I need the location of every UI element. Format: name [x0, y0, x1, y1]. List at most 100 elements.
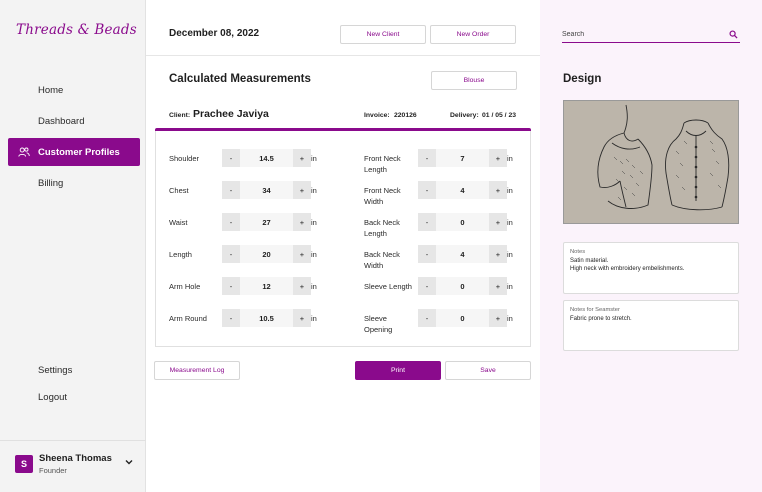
measurement-value[interactable]: 0: [436, 277, 489, 295]
print-button[interactable]: Print: [355, 361, 441, 380]
increment-button[interactable]: +: [489, 277, 507, 295]
client-label: Client:: [169, 112, 191, 119]
measurement-label: Arm Round: [169, 314, 207, 323]
measurement-value[interactable]: 12: [240, 277, 293, 295]
design-title: Design: [563, 73, 602, 85]
decrement-button[interactable]: -: [222, 213, 240, 231]
decrement-button[interactable]: -: [222, 181, 240, 199]
increment-button[interactable]: +: [293, 149, 311, 167]
increment-button[interactable]: +: [293, 309, 311, 327]
unit-label: in: [507, 218, 513, 227]
measurement-value[interactable]: 14.5: [240, 149, 293, 167]
decrement-button[interactable]: -: [418, 213, 436, 231]
measurement-stepper[interactable]: -12 +: [222, 277, 311, 295]
decrement-button[interactable]: -: [418, 149, 436, 167]
measurement-stepper[interactable]: -0 +: [418, 309, 507, 327]
decrement-button[interactable]: -: [418, 181, 436, 199]
decrement-button[interactable]: -: [418, 277, 436, 295]
sidebar-item-label: Customer Profiles: [38, 146, 120, 158]
measurement-log-button[interactable]: Measurement Log: [154, 361, 240, 380]
decrement-button[interactable]: -: [222, 149, 240, 167]
unit-label: in: [507, 314, 513, 323]
measurement-value[interactable]: 34: [240, 181, 293, 199]
sidebar-item-customer-profiles[interactable]: Customer Profiles: [8, 138, 140, 166]
measurement-stepper[interactable]: -27 +: [222, 213, 311, 231]
increment-button[interactable]: +: [489, 181, 507, 199]
seamster-notes-label: Notes for Seamster: [570, 307, 620, 313]
measurement-value[interactable]: 20: [240, 245, 293, 263]
design-panel: Design: [540, 0, 762, 492]
unit-label: in: [311, 186, 317, 195]
sidebar-item-logout[interactable]: Logout: [8, 383, 140, 411]
sidebar-item-label: Settings: [38, 364, 73, 376]
sidebar-item-home[interactable]: Home: [8, 76, 140, 104]
measurement-stepper[interactable]: -0 +: [418, 277, 507, 295]
measurement-label: Chest: [169, 186, 189, 195]
garment-type-button[interactable]: Blouse: [431, 71, 517, 90]
increment-button[interactable]: +: [489, 149, 507, 167]
user-profile[interactable]: S Sheena Thomas Founder: [0, 440, 146, 492]
search-icon[interactable]: [729, 30, 738, 39]
search-input[interactable]: [562, 27, 722, 42]
unit-label: in: [311, 314, 317, 323]
measurement-value[interactable]: 0: [436, 309, 489, 327]
new-order-button[interactable]: New Order: [430, 25, 516, 44]
decrement-button[interactable]: -: [418, 309, 436, 327]
save-button[interactable]: Save: [445, 361, 531, 380]
page-title: Calculated Measurements: [169, 73, 311, 85]
decrement-button[interactable]: -: [222, 277, 240, 295]
new-client-button[interactable]: New Client: [340, 25, 426, 44]
sidebar-item-label: Billing: [38, 177, 64, 189]
measurement-value[interactable]: 0: [436, 213, 489, 231]
sidebar: Threads & Beads Home Dashboard Customer …: [0, 0, 146, 492]
sidebar-item-label: Logout: [38, 391, 68, 403]
measurement-stepper[interactable]: -4 +: [418, 181, 507, 199]
notes-label: Notes: [570, 249, 586, 255]
increment-button[interactable]: +: [489, 213, 507, 231]
seamster-notes-text: Fabric prone to stretch.: [570, 316, 632, 322]
increment-button[interactable]: +: [293, 277, 311, 295]
design-sketch-image[interactable]: [563, 100, 739, 224]
measurement-stepper[interactable]: -7 +: [418, 149, 507, 167]
sidebar-item-billing[interactable]: Billing: [8, 169, 140, 197]
sidebar-item-settings[interactable]: Settings: [8, 356, 140, 384]
search-box[interactable]: [562, 27, 740, 43]
sidebar-item-label: Home: [38, 84, 64, 96]
increment-button[interactable]: +: [293, 245, 311, 263]
measurement-value[interactable]: 10.5: [240, 309, 293, 327]
increment-button[interactable]: +: [489, 309, 507, 327]
measurement-label: Sleeve Opening: [364, 314, 393, 334]
notes-box[interactable]: Notes Satin material. High neck with emb…: [563, 242, 739, 294]
increment-button[interactable]: +: [489, 245, 507, 263]
user-name: Sheena Thomas: [39, 453, 112, 464]
measurement-stepper[interactable]: -0 +: [418, 213, 507, 231]
brand-logo[interactable]: Threads & Beads: [16, 22, 137, 38]
measurement-stepper[interactable]: -20 +: [222, 245, 311, 263]
measurement-value[interactable]: 27: [240, 213, 293, 231]
decrement-button[interactable]: -: [222, 309, 240, 327]
measurement-value[interactable]: 4: [436, 245, 489, 263]
user-role: Founder: [39, 466, 67, 475]
measurement-stepper[interactable]: -34 +: [222, 181, 311, 199]
measurement-stepper[interactable]: -10.5 +: [222, 309, 311, 327]
avatar: S: [15, 455, 33, 473]
decrement-button[interactable]: -: [418, 245, 436, 263]
unit-label: in: [507, 186, 513, 195]
measurement-stepper[interactable]: -4 +: [418, 245, 507, 263]
unit-label: in: [507, 154, 513, 163]
seamster-notes-box[interactable]: Notes for Seamster Fabric prone to stret…: [563, 300, 739, 351]
measurement-stepper[interactable]: -14.5 +: [222, 149, 311, 167]
decrement-button[interactable]: -: [222, 245, 240, 263]
measurement-value[interactable]: 7: [436, 149, 489, 167]
measurement-value[interactable]: 4: [436, 181, 489, 199]
measurement-label: Length: [169, 250, 192, 259]
increment-button[interactable]: +: [293, 181, 311, 199]
increment-button[interactable]: +: [293, 213, 311, 231]
measurement-label: Front Neck Length: [364, 154, 401, 174]
sidebar-item-dashboard[interactable]: Dashboard: [8, 107, 140, 135]
chevron-down-icon[interactable]: [124, 457, 134, 467]
delivery-value: 01 / 05 / 23: [482, 112, 517, 119]
notes-text: Satin material. High neck with embroider…: [570, 258, 685, 272]
users-icon: [18, 147, 30, 157]
measurement-label: Front Neck Width: [364, 186, 401, 206]
